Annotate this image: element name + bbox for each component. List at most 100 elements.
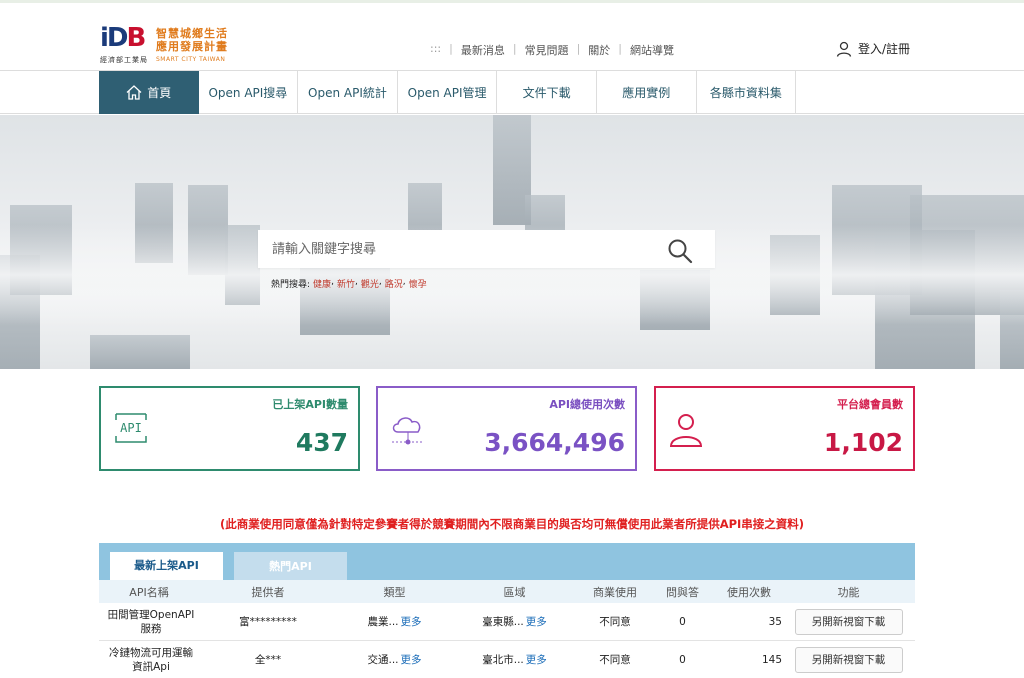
action-cell: 另開新視窗下載 [782,646,915,673]
region-cell: 臺北市... 更多 [452,652,577,667]
qa-count: 0 [679,615,686,628]
logo-line-3: SMART CITY TAIWAN [156,56,226,63]
more-link[interactable]: 更多 [526,616,547,628]
site-header: iDB 經濟部工業局 智慧城鄉生活 應用發展計畫 SMART CITY TAIW… [0,3,1024,70]
hero-banner: 熱門搜尋: 健康, 新竹, 觀光, 路況, 懷孕 [0,115,1024,369]
stat-card-members: 平台總會員數 1,102 [654,386,915,471]
link-faq[interactable]: 常見問題 [525,42,569,58]
usage-count: 35 [768,615,782,628]
stat-value: 3,664,496 [484,428,625,457]
type-cell: 交通... 更多 [337,652,452,667]
logo-mark-text: iDB [100,23,146,53]
header-region: 區域 [503,585,526,599]
logo-sub: 經濟部工業局 [100,56,148,64]
nav-item-docs[interactable]: 文件下載 [497,71,597,114]
nav-item-home[interactable]: 首頁 [99,71,199,114]
user-icon [836,41,852,57]
hot-tag[interactable]: 健康 [313,277,331,290]
link-about[interactable]: 關於 [588,42,610,58]
header-count: 使用次數 [727,585,771,599]
hot-tag[interactable]: 新竹 [337,277,355,290]
table-header: API名稱 提供者 類型 區域 商業使用 問與答 使用次數 功能 [99,580,915,603]
provider: 富********* [239,616,297,628]
stat-value: 1,102 [823,428,903,457]
tag-sep: , [354,277,358,287]
link-sitemap[interactable]: 網站導覽 [630,42,674,58]
tab-bar: 最新上架API 熱門API [99,543,915,580]
login-label: 登入/註冊 [858,42,911,56]
header-qa: 問與答 [666,585,699,599]
header-type: 類型 [383,585,406,599]
svg-text:API: API [120,421,142,435]
api-icon: API [115,413,147,443]
commercial-use-notice: (此商業使用同意僅為針對特定參賽者得於競賽期間內不限商業目的與否均可無償使用此業… [219,517,805,531]
stat-label: 平台總會員數 [837,398,903,411]
home-icon [126,85,142,100]
logo-mark: iDB 經濟部工業局 [100,25,152,65]
tab-popular-api[interactable]: 熱門API [234,552,347,580]
more-link[interactable]: 更多 [526,654,547,666]
search-input[interactable] [258,230,638,268]
stat-label: 已上架API數量 [272,398,348,411]
separator: | [512,42,517,55]
utility-links: ::: | 最新消息 | 常見問題 | 關於 | 網站導覽 [430,42,674,58]
type-value: 農業... [367,616,399,628]
login-link[interactable]: 登入/註冊 [836,40,910,57]
commercial-use: 不同意 [599,616,631,628]
logo-text: 智慧城鄉生活 應用發展計畫 SMART CITY TAIWAN [156,27,228,63]
nav-item-api-stats[interactable]: Open API統計 [298,71,398,114]
region-value: 臺東縣... [482,616,524,628]
qa-count: 0 [679,653,686,666]
open-new-window-download-button[interactable]: 另開新視窗下載 [794,646,903,673]
logo-line-2: 應用發展計畫 [156,40,228,53]
table-row: 田間管理OpenAPI服務 富********* 農業... 更多 臺東縣... 更… [99,603,915,641]
header-commercial: 商業使用 [593,585,637,599]
commercial-use: 不同意 [599,654,631,666]
hot-search-label: 熱門搜尋: [271,280,311,290]
more-link[interactable]: 更多 [401,654,422,666]
type-value: 交通... [367,654,399,666]
nav-item-county-datasets[interactable]: 各縣市資料集 [697,71,797,114]
region-cell: 臺東縣... 更多 [452,614,577,629]
separator: | [576,42,581,55]
api-name[interactable]: 冷鏈物流可用運輸資訊Api [99,646,199,674]
stat-card-api-count: API 已上架API數量 437 [99,386,360,471]
search-icon[interactable] [667,238,693,264]
api-list-panel: 最新上架API 熱門API API名稱 提供者 類型 區域 商業使用 問與答 使… [99,543,915,678]
user-icon [669,414,703,447]
api-name[interactable]: 田間管理OpenAPI服務 [99,608,199,636]
more-link[interactable]: 更多 [401,616,422,628]
nav-item-api-search[interactable]: Open API搜尋 [199,71,299,114]
stat-value: 437 [295,428,348,457]
tag-sep: , [402,277,406,287]
provider: 全*** [254,654,282,666]
region-value: 臺北市... [482,654,524,666]
hot-tag[interactable]: 路況 [385,277,403,290]
separator: | [618,42,622,55]
stat-card-api-usage: API總使用次數 3,664,496 [376,386,637,471]
link-news[interactable]: 最新消息 [461,42,505,58]
open-new-window-download-button[interactable]: 另開新視窗下載 [794,608,903,635]
search-box [258,230,715,268]
logo-line-1: 智慧城鄉生活 [156,27,228,40]
nav-item-cases[interactable]: 應用實例 [597,71,697,114]
hot-tag[interactable]: 懷孕 [409,277,427,290]
nav-label: 首頁 [147,86,172,100]
main-nav: 首頁 Open API搜尋 Open API統計 Open API管理 文件下載… [0,70,1024,114]
table-row: 冷鏈物流可用運輸資訊Api 全*** 交通... 更多 臺北市... 更多 不同意 … [99,641,915,678]
hot-search: 熱門搜尋: 健康, 新竹, 觀光, 路況, 懷孕 [271,277,427,290]
cloud-icon [392,417,424,445]
header-action: 功能 [837,585,860,599]
header-api-name: API名稱 [129,585,169,599]
usage-count: 145 [761,653,782,666]
nav-item-api-manage[interactable]: Open API管理 [398,71,498,114]
hot-tag[interactable]: 觀光 [361,277,379,290]
stat-label: API總使用次數 [549,398,625,411]
site-logo[interactable]: iDB 經濟部工業局 智慧城鄉生活 應用發展計畫 SMART CITY TAIW… [100,25,228,65]
type-cell: 農業... 更多 [337,614,452,629]
accesskey-dots[interactable]: ::: [430,42,441,58]
tag-sep: , [331,277,334,287]
action-cell: 另開新視窗下載 [782,608,915,635]
tab-latest-api[interactable]: 最新上架API [110,552,223,580]
tag-sep: , [378,277,382,287]
